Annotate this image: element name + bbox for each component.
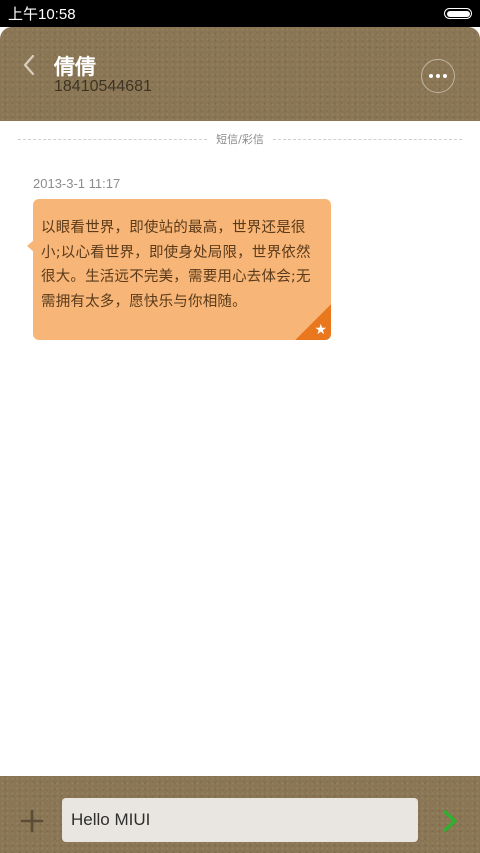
message-type-label: 短信/彩信 — [216, 133, 264, 146]
chevron-left-icon — [23, 54, 35, 76]
contact-phone-number: 18410544681 — [54, 78, 152, 95]
back-button[interactable] — [18, 51, 42, 79]
more-options-button[interactable] — [421, 59, 455, 93]
more-dots-icon — [429, 74, 433, 78]
contact-name: 倩倩 — [54, 55, 96, 79]
attach-button[interactable] — [18, 807, 46, 835]
plus-icon — [20, 809, 44, 833]
message-text: 以眼看世界，即使站的最高，世界还是很小;以心看世界，即使身处局限，世界依然很大。… — [41, 220, 311, 310]
conversation-header: 倩倩 18410544681 — [0, 27, 480, 121]
battery-icon — [444, 8, 472, 19]
message-timestamp: 2013-3-1 11:17 — [33, 176, 121, 191]
messaging-screen: 上午10:58 倩倩 18410544681 短信/彩信 2013-3-1 11… — [0, 0, 480, 853]
status-bar: 上午10:58 — [0, 0, 480, 27]
star-icon: ★ — [314, 322, 327, 338]
chevron-right-icon — [443, 810, 457, 832]
message-input[interactable] — [62, 798, 418, 842]
status-time: 上午10:58 — [8, 6, 76, 23]
message-bubble[interactable]: 以眼看世界，即使站的最高，世界还是很小;以心看世界，即使身处局限，世界依然很大。… — [33, 199, 331, 340]
send-button[interactable] — [438, 808, 462, 834]
composer-bar — [0, 776, 480, 853]
message-type-divider: 短信/彩信 — [18, 130, 462, 148]
